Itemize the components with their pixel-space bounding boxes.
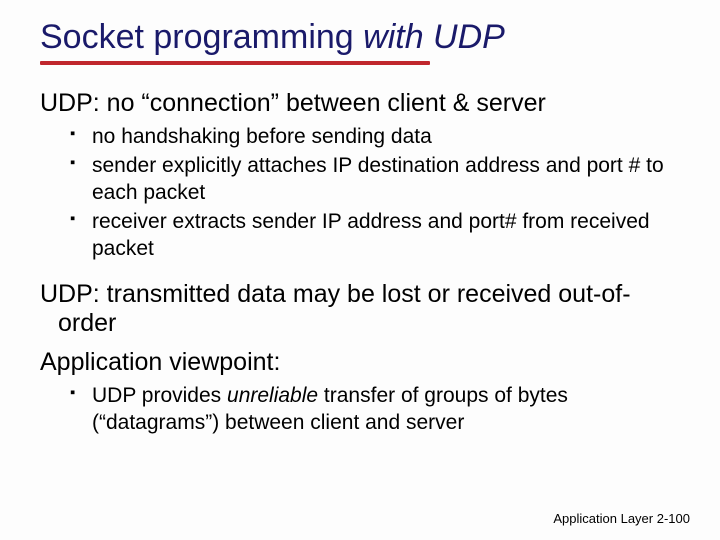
title-underline <box>40 61 430 65</box>
footer: Application Layer 2-100 <box>553 511 690 526</box>
slide-title: Socket programming with UDP <box>40 18 680 57</box>
list-item: UDP provides unreliable transfer of grou… <box>70 383 680 437</box>
slide: Socket programming with UDP UDP: no “con… <box>0 0 720 437</box>
title-text-a: Socket programming <box>40 18 363 56</box>
bullet-list-1: no handshaking before sending data sende… <box>40 124 680 262</box>
footer-label: Application Layer <box>553 511 653 526</box>
bullet-text-a: UDP provides <box>92 384 227 407</box>
subheading-1: UDP: no “connection” between client & se… <box>40 89 680 118</box>
list-item: no handshaking before sending data <box>70 124 680 151</box>
list-item: receiver extracts sender IP address and … <box>70 209 680 263</box>
bullet-text-b: unreliable <box>227 384 318 407</box>
list-item: sender explicitly attaches IP destinatio… <box>70 153 680 207</box>
footer-page: 2-100 <box>657 511 690 526</box>
bullet-list-2: UDP provides unreliable transfer of grou… <box>40 383 680 437</box>
subheading-2: UDP: transmitted data may be lost or rec… <box>40 280 680 338</box>
subheading-3: Application viewpoint: <box>40 348 680 377</box>
title-text-b: with UDP <box>363 18 505 56</box>
